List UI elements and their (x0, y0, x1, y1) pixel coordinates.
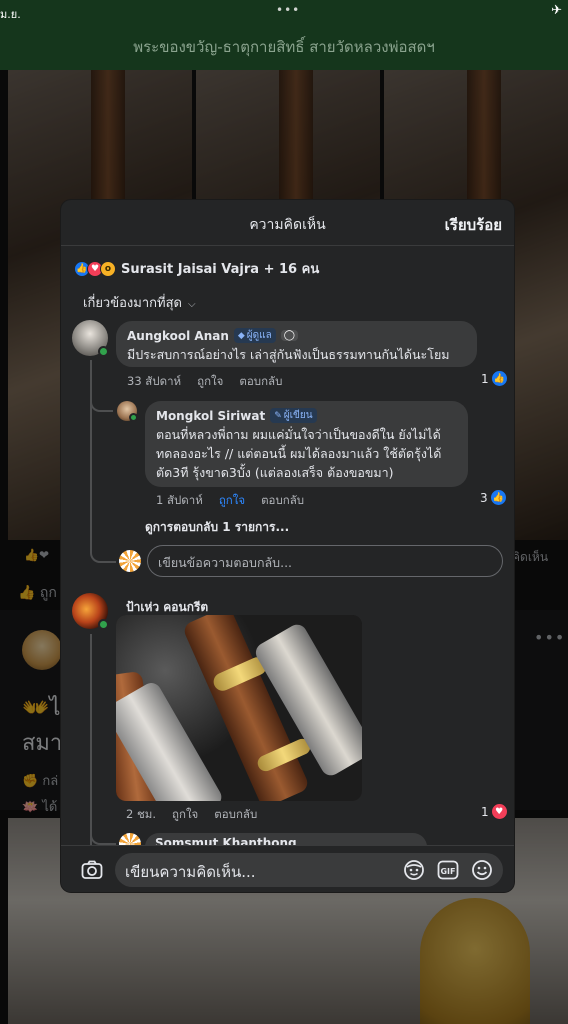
chevron-down-icon: ⌵ (187, 299, 196, 310)
svg-text:GIF: GIF (440, 867, 455, 876)
comment-bubble[interactable]: Aungkool Anan ◆ ผู้ดูแล ◯ มีประสบการณ์อย่… (116, 321, 477, 367)
online-indicator (98, 619, 109, 630)
gif-icon[interactable]: GIF (437, 859, 459, 881)
admin-badge: ◆ ผู้ดูแล (233, 328, 276, 343)
thread-line (90, 543, 116, 563)
sort-label: เกี่ยวข้องมากที่สุด (83, 296, 182, 311)
like-link[interactable]: ถูกใจ (172, 806, 198, 824)
status-bar: ม.ย. ••• ✈ (0, 0, 568, 24)
comment-actions: 2 ชม. ถูกใจ ตอบกลับ (126, 806, 257, 824)
comment-actions: 33 สัปดาห์ ถูกใจ ตอบกลับ (127, 373, 282, 391)
reply-author[interactable]: Mongkol Siriwat (156, 409, 265, 423)
thread-line (90, 380, 113, 412)
reply-link[interactable]: ตอบกลับ (239, 373, 282, 391)
comment-text: มีประสบการณ์อย่างไร เล่าสู่กันฟังเป็นธรร… (127, 347, 450, 362)
reply-input[interactable]: เขียนข้อความตอบกลับ... (147, 545, 503, 577)
author-badge: ✎ ผู้เขียน (270, 408, 317, 423)
comment-time: 33 สัปดาห์ (127, 374, 182, 388)
like-link[interactable]: ถูกใจ (197, 373, 223, 391)
reply-bubble[interactable]: Mongkol Siriwat ✎ ผู้เขียน ตอนที่หลวงพี่ถ… (145, 401, 468, 487)
comments-sheet: ความคิดเห็น เรียบร้อย 👍 ♥ o Surasit Jais… (61, 200, 514, 892)
comment-composer: เขียนความคิดเห็น... GIF (61, 845, 514, 892)
thread-line (90, 634, 92, 845)
group-header: พระของขวัญ-ธาตุกายสิทธิ์ สายวัดหลวงพ่อสด… (0, 24, 568, 70)
top-fan-icon: ◯ (280, 330, 298, 341)
reply-author-row: Mongkol Siriwat ✎ ผู้เขียน (156, 408, 457, 423)
reply-link[interactable]: ตอบกลับ (214, 806, 257, 824)
reply-actions: 1 สัปดาห์ ถูกใจ ตอบกลับ (156, 492, 304, 510)
comment-time: 2 ชม. (126, 807, 157, 821)
reply-link[interactable]: ตอบกลับ (261, 492, 304, 510)
comment-author-row: Aungkool Anan ◆ ผู้ดูแล ◯ (127, 328, 466, 343)
done-button[interactable]: เรียบร้อย (445, 213, 502, 237)
reaction-summary[interactable]: 👍 ♥ o Surasit Jaisai Vajra + 16 คน (74, 258, 319, 279)
multitasking-dots[interactable]: ••• (276, 3, 300, 17)
reaction-names: Surasit Jaisai Vajra + 16 คน (121, 262, 320, 277)
avatar-sticker-icon[interactable] (403, 859, 425, 881)
sort-dropdown[interactable]: เกี่ยวข้องมากที่สุด ⌵ (83, 292, 196, 313)
group-title[interactable]: พระของขวัญ-ธาตุกายสิทธิ์ สายวัดหลวงพ่อสด… (133, 35, 435, 59)
admin-shield-icon: ◆ (237, 330, 245, 341)
status-clock: ม.ย. (0, 8, 21, 21)
like-icon: 👍 (491, 371, 507, 386)
reply-text: ตอนที่หลวงพี่ถาม ผมแค่มั่นใจว่าเป็นของดี… (156, 427, 442, 480)
sheet-header: ความคิดเห็น เรียบร้อย (61, 200, 514, 246)
thread-line (90, 830, 116, 845)
reply-time: 1 สัปดาห์ (156, 493, 203, 507)
pencil-icon: ✎ (274, 410, 282, 421)
wow-icon: o (100, 260, 116, 277)
camera-icon[interactable] (81, 860, 103, 880)
like-icon: 👍 (490, 490, 506, 505)
online-indicator (129, 413, 138, 422)
reaction-count[interactable]: 3 👍 (480, 490, 506, 505)
view-replies-link[interactable]: ดูการตอบกลับ 1 รายการ... (145, 518, 289, 537)
online-indicator (98, 346, 109, 357)
avatar (119, 550, 141, 572)
reaction-count[interactable]: 1 ♥ (481, 804, 507, 819)
emoji-icon[interactable] (471, 859, 493, 881)
reaction-count[interactable]: 1 👍 (481, 371, 507, 386)
love-icon: ♥ (491, 804, 507, 819)
airplane-mode-icon: ✈ (551, 3, 562, 18)
comment-photo[interactable] (116, 615, 362, 801)
comment-author[interactable]: Aungkool Anan (127, 329, 229, 343)
like-link[interactable]: ถูกใจ (219, 492, 245, 510)
